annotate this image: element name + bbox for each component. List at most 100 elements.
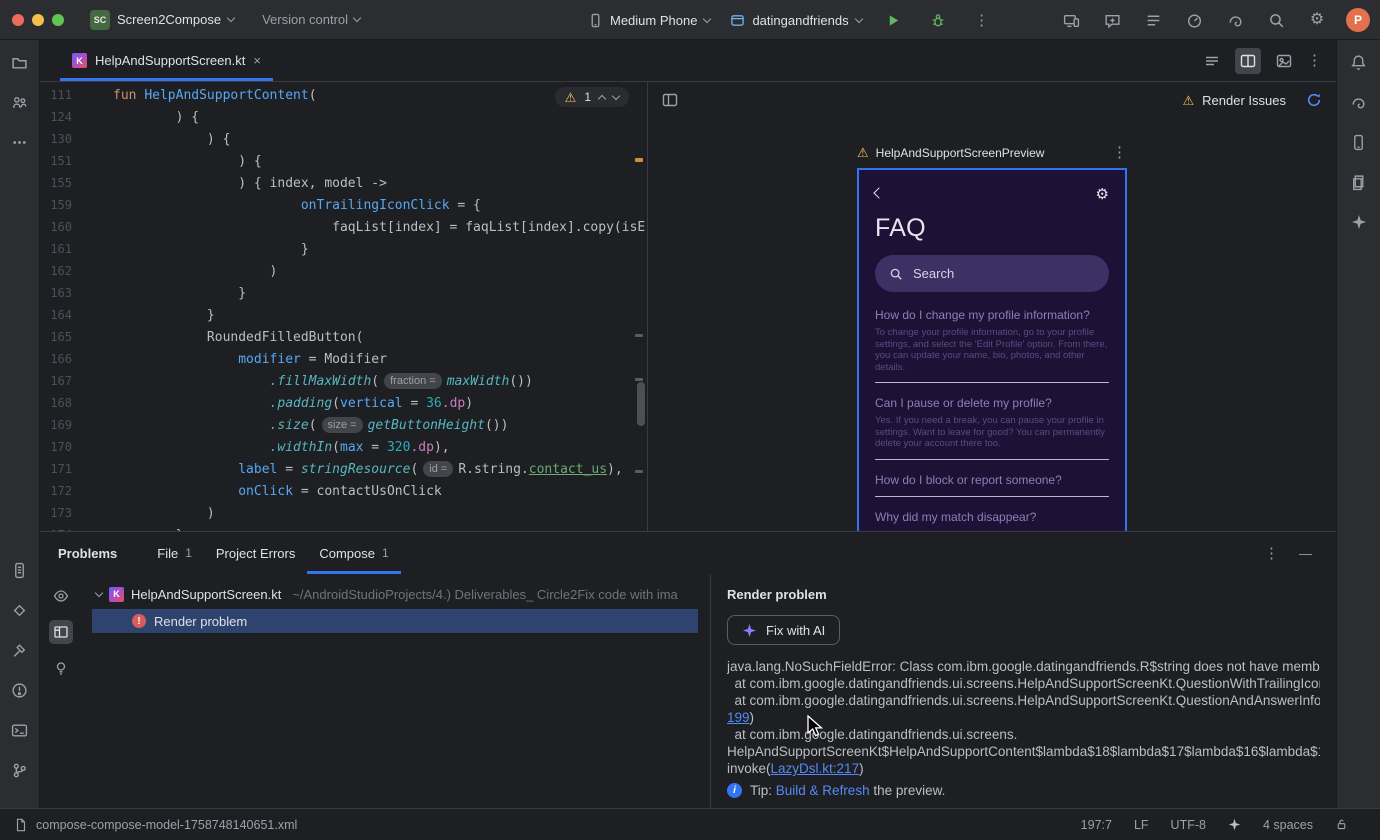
fix-with-ai-button[interactable]: Fix with AI: [727, 615, 841, 645]
chevron-down-icon[interactable]: [611, 91, 621, 100]
build-refresh-link[interactable]: Build & Refresh: [776, 783, 870, 798]
stripe-mark[interactable]: [635, 470, 643, 473]
minimize-window-button[interactable]: [32, 13, 44, 26]
run-button[interactable]: [882, 8, 906, 32]
split-view-icon[interactable]: [1235, 47, 1261, 74]
code-line[interactable]: 170 .widthIn(max = 320.dp),: [40, 436, 647, 458]
code-line[interactable]: 166 modifier = Modifier: [40, 348, 647, 370]
more-tool-windows-icon[interactable]: [8, 130, 32, 154]
profiler-icon[interactable]: [1182, 8, 1206, 32]
code-line[interactable]: 163 }: [40, 282, 647, 304]
preview-eye-icon[interactable]: [49, 584, 73, 608]
design-view-icon[interactable]: [1271, 48, 1297, 74]
tab-file[interactable]: File 1: [145, 532, 204, 574]
window-controls: [12, 13, 64, 26]
device-selector[interactable]: Medium Phone: [588, 13, 712, 28]
stripe-mark[interactable]: [635, 334, 643, 337]
user-avatar[interactable]: P: [1346, 8, 1370, 32]
refresh-preview-icon[interactable]: [1306, 92, 1322, 108]
mirror-device-icon[interactable]: [1059, 8, 1083, 32]
code-line[interactable]: 165 RoundedFilledButton(: [40, 326, 647, 348]
device-explorer-icon[interactable]: [1347, 170, 1371, 194]
stripe-mark[interactable]: [635, 378, 643, 381]
code-line[interactable]: 159 onTrailingIconClick = {: [40, 194, 647, 216]
logcat-icon[interactable]: [8, 558, 32, 582]
structure-icon[interactable]: [1141, 8, 1165, 32]
code-line[interactable]: 124 ) {: [40, 106, 647, 128]
titlebar: SC Screen2Compose Version control Medium…: [0, 0, 1380, 40]
line-separator[interactable]: LF: [1134, 818, 1149, 832]
phone-preview-frame[interactable]: ⚙ FAQ Search How do I change my profile …: [857, 168, 1127, 531]
git-branch-icon[interactable]: [8, 758, 32, 782]
code-line[interactable]: 168 .padding(vertical = 36.dp): [40, 392, 647, 414]
collaboration-icon[interactable]: [8, 90, 32, 114]
close-window-button[interactable]: [12, 13, 24, 26]
status-file-name[interactable]: compose-compose-model-1758748140651.xml: [36, 818, 297, 832]
editor-options-kebab-icon[interactable]: ⋮: [1307, 53, 1322, 68]
code-editor[interactable]: 111 fun HelpAndSupportContent(124 ) {130 …: [40, 82, 648, 531]
code-line[interactable]: 164 }: [40, 304, 647, 326]
inspection-widget[interactable]: ⚠ 1: [554, 87, 629, 107]
tab-compose[interactable]: Compose 1: [307, 532, 401, 574]
warning-stripe-mark[interactable]: [635, 158, 643, 162]
code-line[interactable]: 160 faqList[index] = faqList[index].copy…: [40, 216, 647, 238]
settings-gear-icon: ⚙: [1095, 185, 1109, 203]
main-area: K HelpAndSupportScreen.kt × ⋮ 111 fun He…: [0, 40, 1380, 808]
project-selector[interactable]: SC Screen2Compose: [90, 9, 236, 30]
build-icon[interactable]: [8, 638, 32, 662]
preview-layout-icon[interactable]: [662, 92, 678, 108]
tab-project-errors[interactable]: Project Errors: [204, 532, 307, 574]
panel-options-kebab-icon[interactable]: ⋮: [1264, 546, 1279, 561]
problems-title[interactable]: Problems: [58, 546, 117, 561]
trace-link[interactable]: 199: [727, 710, 750, 725]
code-view-icon[interactable]: [1199, 48, 1225, 74]
quick-fix-bulb-icon[interactable]: [49, 656, 73, 680]
search-icon[interactable]: [1264, 8, 1288, 32]
preview-kebab-icon[interactable]: ⋮: [1112, 145, 1127, 160]
notifications-bell-icon[interactable]: [1347, 50, 1371, 74]
gradle-icon[interactable]: [1347, 90, 1371, 114]
gemini-spark-icon[interactable]: [1347, 210, 1371, 234]
code-line[interactable]: 130 ) {: [40, 128, 647, 150]
gradle-icon[interactable]: [1223, 8, 1247, 32]
device-manager-icon[interactable]: [1347, 130, 1371, 154]
debug-button[interactable]: [926, 8, 950, 32]
file-encoding[interactable]: UTF-8: [1171, 818, 1206, 832]
code-line[interactable]: 162 ): [40, 260, 647, 282]
problem-row-selected[interactable]: ! Render problem: [92, 609, 698, 633]
code-line[interactable]: 155 ) { index, model ->: [40, 172, 647, 194]
trace-link[interactable]: LazyDsl.kt:217: [771, 761, 860, 776]
app-quality-insights-icon[interactable]: [8, 598, 32, 622]
code-line[interactable]: 161 }: [40, 238, 647, 260]
hide-panel-icon[interactable]: —: [1299, 546, 1312, 561]
run-config-selector[interactable]: datingandfriends: [730, 13, 863, 28]
problems-file-node[interactable]: K HelpAndSupportScreen.kt ~/AndroidStudi…: [82, 582, 710, 606]
code-line[interactable]: 172 onClick = contactUsOnClick: [40, 480, 647, 502]
render-issues-label[interactable]: Render Issues: [1202, 93, 1286, 108]
ai-assistant-icon[interactable]: [1100, 8, 1124, 32]
settings-gear-icon[interactable]: ⚙: [1305, 8, 1329, 32]
indent-setting[interactable]: 4 spaces: [1263, 818, 1313, 832]
code-line[interactable]: 171 label = stringResource(id = R.string.…: [40, 458, 647, 480]
code-line[interactable]: 174 }: [40, 524, 647, 531]
code-line[interactable]: 151 ) {: [40, 150, 647, 172]
project-folder-icon[interactable]: [8, 50, 32, 74]
code-line[interactable]: 167 .fillMaxWidth(fraction = maxWidth()): [40, 370, 647, 392]
chevron-up-icon[interactable]: [597, 94, 607, 103]
close-tab-icon[interactable]: ×: [253, 53, 261, 68]
code-line[interactable]: 169 .size(size = getButtonHeight()): [40, 414, 647, 436]
terminal-icon[interactable]: [8, 718, 32, 742]
code-line[interactable]: 173 ): [40, 502, 647, 524]
editor-tab[interactable]: K HelpAndSupportScreen.kt ×: [60, 40, 273, 81]
readonly-lock-icon[interactable]: [1335, 818, 1348, 831]
details-view-icon[interactable]: [49, 620, 73, 644]
zoom-window-button[interactable]: [52, 13, 64, 26]
ai-status-spark-icon[interactable]: [1228, 818, 1241, 831]
vcs-widget[interactable]: Version control: [262, 12, 362, 27]
chevron-down-icon[interactable]: [94, 588, 104, 597]
caret-position[interactable]: 197:7: [1081, 818, 1112, 832]
more-actions-kebab-icon[interactable]: ⋮: [970, 8, 994, 32]
preview-name[interactable]: HelpAndSupportScreenPreview: [876, 146, 1045, 160]
editor-scrollbar[interactable]: [637, 382, 645, 426]
problems-icon[interactable]: [8, 678, 32, 702]
